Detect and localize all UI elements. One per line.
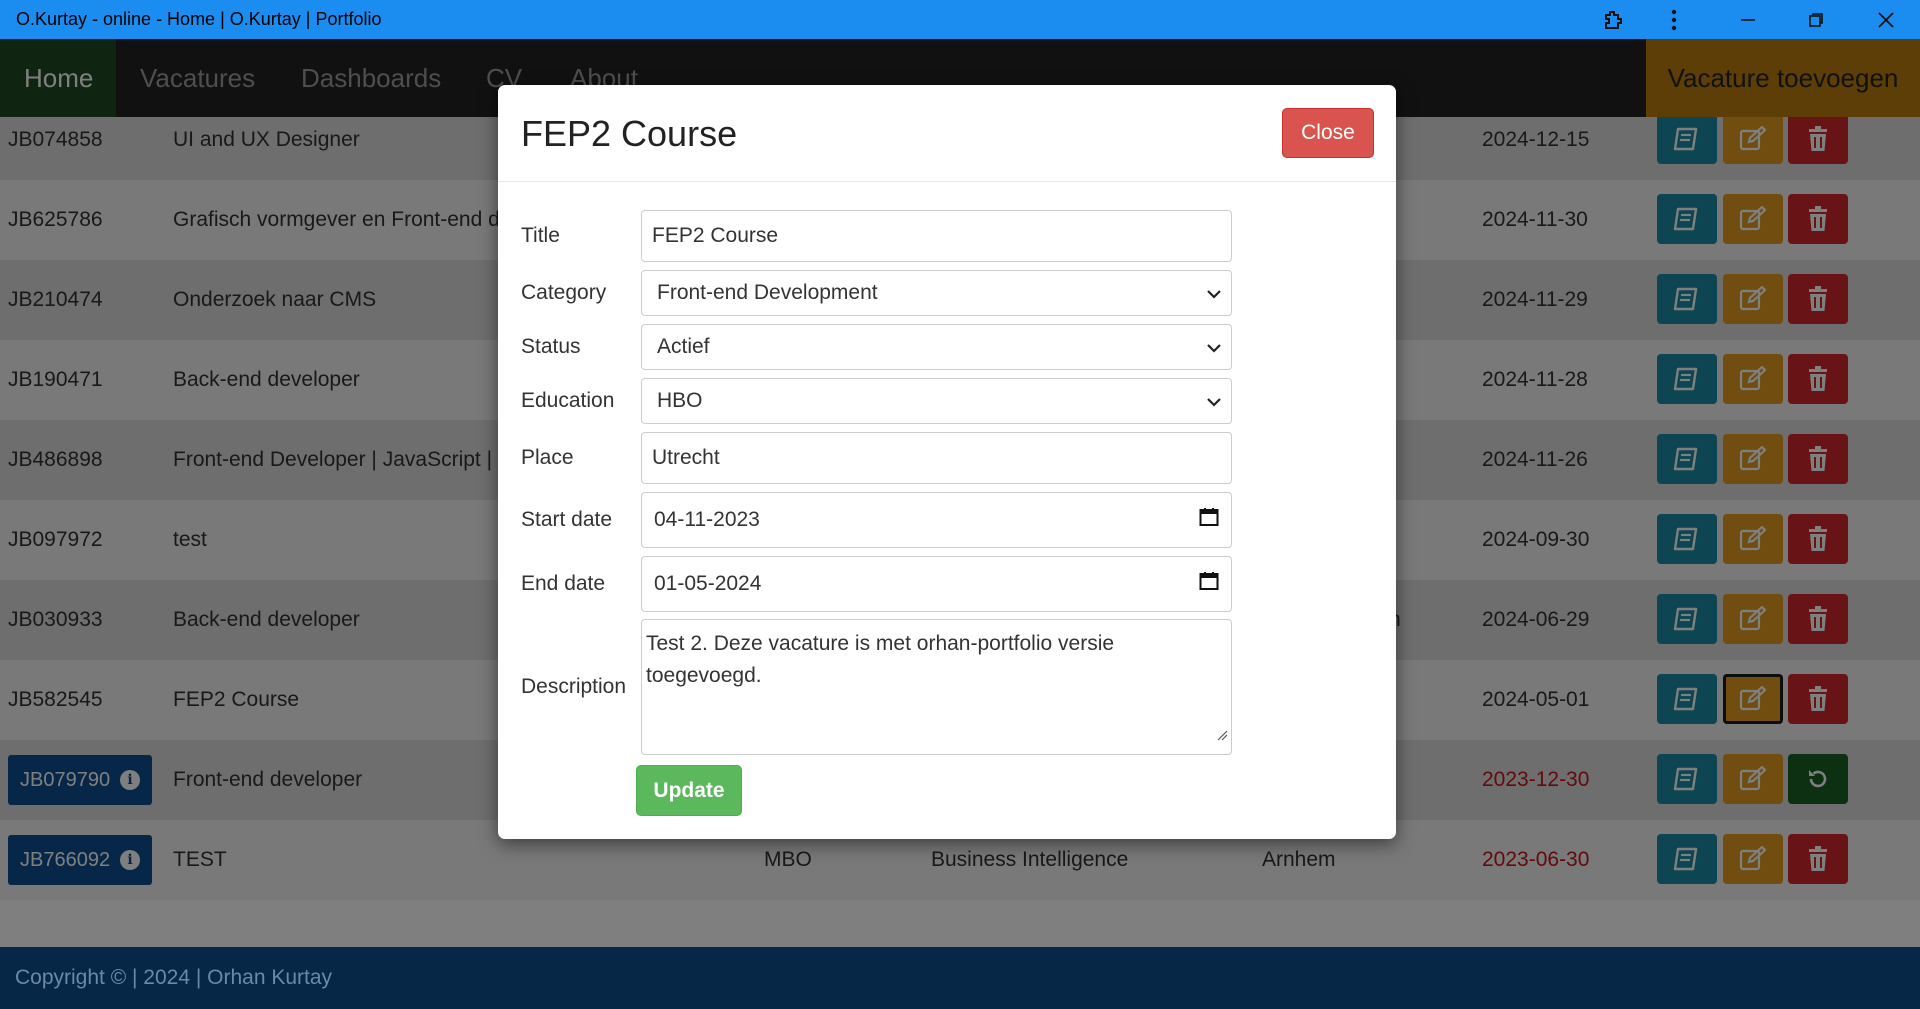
- title-value: FEP2 Course: [652, 224, 779, 247]
- end-date-row: End date 01-05-2024: [521, 556, 1241, 612]
- start-date-label: Start date: [521, 508, 613, 531]
- education-label: Education: [521, 389, 615, 412]
- more-icon[interactable]: [1644, 0, 1704, 39]
- description-textarea[interactable]: Test 2. Deze vacature is met orhan-portf…: [641, 619, 1232, 755]
- place-field[interactable]: Utrecht: [641, 432, 1232, 484]
- status-label: Status: [521, 335, 581, 358]
- place-value: Utrecht: [652, 446, 720, 469]
- education-value: HBO: [657, 389, 703, 412]
- close-button[interactable]: Close: [1282, 108, 1374, 158]
- education-row: Education HBO: [521, 378, 1241, 424]
- window-titlebar: O.Kurtay - online - Home | O.Kurtay | Po…: [0, 0, 1920, 39]
- title-label: Title: [521, 224, 560, 247]
- category-row: Category Front-end Development: [521, 270, 1241, 316]
- window-title: O.Kurtay - online - Home | O.Kurtay | Po…: [16, 9, 382, 29]
- category-value: Front-end Development: [657, 281, 878, 304]
- place-row: Place Utrecht: [521, 432, 1241, 484]
- category-select[interactable]: Front-end Development: [641, 270, 1232, 316]
- minimize-icon[interactable]: [1718, 0, 1778, 39]
- start-date-row: Start date 04-11-2023: [521, 492, 1241, 548]
- start-date-value: 04-11-2023: [654, 508, 760, 531]
- title-row: Title FEP2 Course: [521, 210, 1241, 262]
- description-value: Test 2. Deze vacature is met orhan-portf…: [646, 632, 1115, 687]
- status-row: Status Actief: [521, 324, 1241, 370]
- education-select[interactable]: HBO: [641, 378, 1232, 424]
- modal-header: FEP2 Course Close: [498, 85, 1396, 182]
- chevron-down-icon: [1207, 281, 1221, 305]
- extension-icon[interactable]: [1584, 0, 1644, 39]
- chevron-down-icon: [1207, 389, 1221, 413]
- description-label: Description: [521, 675, 627, 698]
- footer-copyright: Copyright © | 2024 | Orhan Kurtay: [15, 966, 333, 989]
- end-date-value: 01-05-2024: [654, 572, 762, 595]
- description-row: Description Test 2. Deze vacature is met…: [521, 619, 1241, 755]
- end-date-label: End date: [521, 572, 606, 595]
- resize-handle-icon[interactable]: [1216, 719, 1228, 751]
- close-icon[interactable]: [1856, 0, 1916, 39]
- edit-vacancy-modal: FEP2 Course Close Title FEP2 Course Cate…: [498, 85, 1396, 839]
- place-label: Place: [521, 446, 574, 469]
- modal-title: FEP2 Course: [521, 113, 738, 154]
- calendar-icon[interactable]: [1199, 571, 1219, 597]
- start-date-field[interactable]: 04-11-2023: [641, 492, 1232, 548]
- restore-icon[interactable]: [1786, 0, 1846, 39]
- calendar-icon[interactable]: [1199, 507, 1219, 533]
- title-field[interactable]: FEP2 Course: [641, 210, 1232, 262]
- chevron-down-icon: [1207, 335, 1221, 359]
- status-select[interactable]: Actief: [641, 324, 1232, 370]
- end-date-field[interactable]: 01-05-2024: [641, 556, 1232, 612]
- status-value: Actief: [657, 335, 710, 358]
- update-button[interactable]: Update: [636, 765, 742, 816]
- category-label: Category: [521, 281, 607, 304]
- footer: Copyright © | 2024 | Orhan Kurtay: [0, 947, 1920, 1009]
